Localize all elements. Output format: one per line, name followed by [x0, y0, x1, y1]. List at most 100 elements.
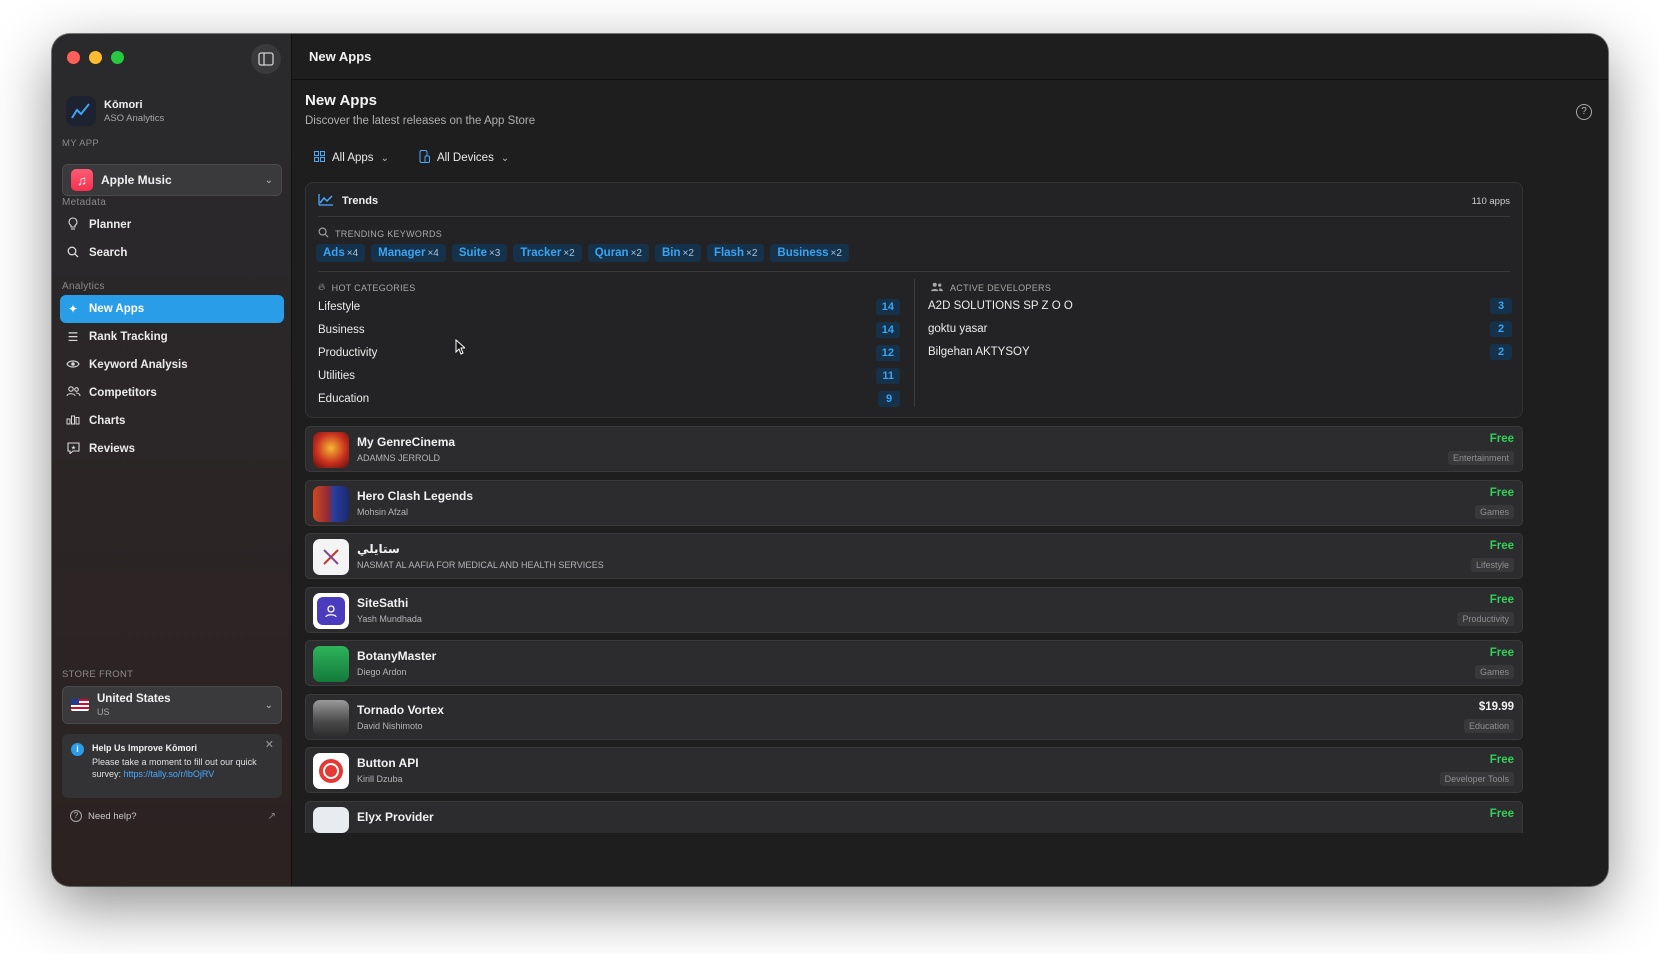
page-title: New Apps: [305, 92, 377, 109]
keyword-chip[interactable]: Manager ×4: [371, 244, 446, 262]
keyword-text: Suite: [458, 247, 487, 259]
app-icon: [313, 432, 349, 468]
zoom-window-button[interactable]: [111, 51, 124, 64]
app-category: Education: [1463, 719, 1514, 733]
chevron-down-icon: ⌄: [264, 174, 273, 186]
brand-name: Kōmori: [104, 98, 143, 111]
category-row[interactable]: Business 14: [318, 322, 900, 338]
sidebar-item-charts[interactable]: Charts: [60, 407, 284, 435]
category-count: 9: [878, 391, 900, 407]
sidebar-item-keyword-analysis[interactable]: Keyword Analysis: [60, 351, 284, 379]
keyword-count: ×2: [630, 248, 642, 259]
category-row[interactable]: Lifestyle 14: [318, 299, 900, 315]
sidebar-item-planner[interactable]: Planner: [60, 211, 284, 239]
app-row[interactable]: ستايلي NASMAT AL AAFIA FOR MEDICAL AND H…: [305, 533, 1523, 579]
app-window: Kōmori ASO Analytics MY APP ♫ Apple Musi…: [52, 34, 1608, 886]
keyword-count: ×2: [745, 248, 758, 259]
sidebar-item-reviews[interactable]: ★ Reviews: [60, 435, 284, 463]
app-price: $19.99: [1478, 701, 1514, 713]
trends-title: Trends: [342, 195, 379, 207]
active-developers-label: ACTIVE DEVELOPERS: [950, 283, 1052, 293]
sidebar-toggle-button[interactable]: [251, 44, 281, 74]
store-code: US: [97, 707, 110, 717]
keyword-count: ×4: [427, 248, 439, 259]
developer-row[interactable]: Bilgehan AKTYSOY 2: [928, 344, 1512, 360]
close-icon[interactable]: ✕: [265, 739, 274, 751]
app-price: Free: [1489, 594, 1514, 606]
category-row[interactable]: Utilities 11: [318, 368, 900, 384]
store-front-selector[interactable]: United States US ⌄: [62, 686, 282, 724]
developer-row[interactable]: goktu yasar 2: [928, 321, 1512, 337]
app-developer: NASMAT AL AAFIA FOR MEDICAL AND HEALTH S…: [357, 560, 604, 570]
help-icon[interactable]: ?: [1576, 104, 1592, 120]
devices-icon: [419, 150, 430, 166]
app-price: Free: [1489, 433, 1514, 445]
app-name: SiteSathi: [357, 596, 409, 610]
category-count: 12: [875, 345, 900, 361]
selected-app-label: Apple Music: [101, 173, 172, 187]
app-category: Productivity: [1457, 612, 1514, 626]
app-icon: [313, 486, 349, 522]
need-help-link[interactable]: ? Need help? ↗: [70, 810, 276, 822]
analytics-label: Analytics: [62, 281, 105, 292]
app-row[interactable]: BotanyMaster Diego Ardon Free Games: [305, 640, 1523, 686]
developer-count: 3: [1490, 298, 1512, 314]
category-row[interactable]: Productivity 12: [318, 345, 900, 361]
app-row[interactable]: Elyx Provider Free: [305, 801, 1523, 833]
trends-panel: Trends 110 apps TRENDING KEYWORDS Ads ×4 …: [305, 182, 1523, 418]
sidebar-item-search[interactable]: Search: [60, 239, 284, 267]
keyword-chip[interactable]: Suite ×3: [451, 244, 508, 262]
sidebar-item-competitors[interactable]: Competitors: [60, 379, 284, 407]
brand-subtitle: ASO Analytics: [104, 112, 165, 124]
minimize-window-button[interactable]: [89, 51, 102, 64]
active-developers-header: ACTIVE DEVELOPERS: [930, 282, 1051, 294]
app-category: Games: [1474, 505, 1514, 519]
divider: [318, 216, 1510, 217]
sidebar-item-new-apps[interactable]: ✦ New Apps: [60, 295, 284, 323]
app-price: Free: [1489, 647, 1514, 659]
brand-logo-icon: [66, 96, 96, 126]
keyword-chip[interactable]: Quran ×2: [587, 244, 649, 262]
keyword-chip[interactable]: Bin ×2: [655, 244, 701, 262]
keyword-text: Ads: [323, 247, 345, 259]
app-row[interactable]: Tornado Vortex David Nishimoto $19.99 Ed…: [305, 694, 1523, 740]
info-icon: i: [71, 743, 84, 756]
keyword-text: Business: [777, 247, 829, 259]
hot-categories-header: 🔥︎ HOT CATEGORIES: [318, 282, 416, 293]
sidebar-item-rank-tracking[interactable]: ☰ Rank Tracking: [60, 323, 284, 351]
chevron-down-icon: ⌄: [500, 152, 510, 164]
keyword-chip[interactable]: Flash ×2: [706, 244, 765, 262]
app-icon: [313, 700, 349, 736]
app-icon: [313, 593, 349, 629]
sidebar-icon: [258, 52, 274, 66]
app-row[interactable]: Hero Clash Legends Mohsin Afzal Free Gam…: [305, 480, 1523, 526]
keyword-chip[interactable]: Business ×2: [770, 244, 849, 262]
keyword-chip[interactable]: Tracker ×2: [513, 244, 582, 262]
sidebar-item-label: Reviews: [89, 443, 136, 455]
app-selector[interactable]: ♫ Apple Music ⌄: [62, 164, 282, 196]
keyword-chip[interactable]: Ads ×4: [316, 244, 366, 262]
all-devices-filter[interactable]: All Devices ⌄: [419, 150, 509, 166]
developer-name: Bilgehan AKTYSOY: [928, 346, 1030, 358]
app-name: Tornado Vortex: [357, 703, 444, 717]
developer-row[interactable]: A2D SOLUTIONS SP Z O O 3: [928, 298, 1512, 314]
app-name: ستايلي: [357, 542, 400, 556]
category-count: 14: [875, 299, 900, 315]
sidebar-item-label: New Apps: [89, 303, 145, 315]
app-row[interactable]: My GenreCinema ADAMNS JERROLD Free Enter…: [305, 426, 1523, 472]
trending-keywords-label: TRENDING KEYWORDS: [335, 228, 443, 239]
page-header: New Apps Discover the latest releases on…: [305, 92, 535, 127]
search-icon: [66, 246, 80, 261]
survey-link[interactable]: https://tally.so/r/lbOjRV: [124, 769, 215, 779]
brand: Kōmori ASO Analytics: [66, 96, 164, 126]
app-category: Entertainment: [1447, 451, 1514, 465]
app-price: Free: [1489, 754, 1514, 766]
all-apps-filter[interactable]: All Apps ⌄: [314, 150, 389, 166]
app-price: Free: [1489, 808, 1514, 820]
close-window-button[interactable]: [67, 51, 80, 64]
chevron-down-icon: ⌄: [380, 152, 389, 164]
keyword-chips: Ads ×4 Manager ×4 Suite ×3 Tracker ×2 Quran ×…: [316, 244, 849, 262]
category-row[interactable]: Education 9: [318, 391, 900, 407]
app-row[interactable]: SiteSathi Yash Mundhada Free Productivit…: [305, 587, 1523, 633]
app-row[interactable]: Button API Kirill Dzuba Free Developer T…: [305, 747, 1523, 793]
